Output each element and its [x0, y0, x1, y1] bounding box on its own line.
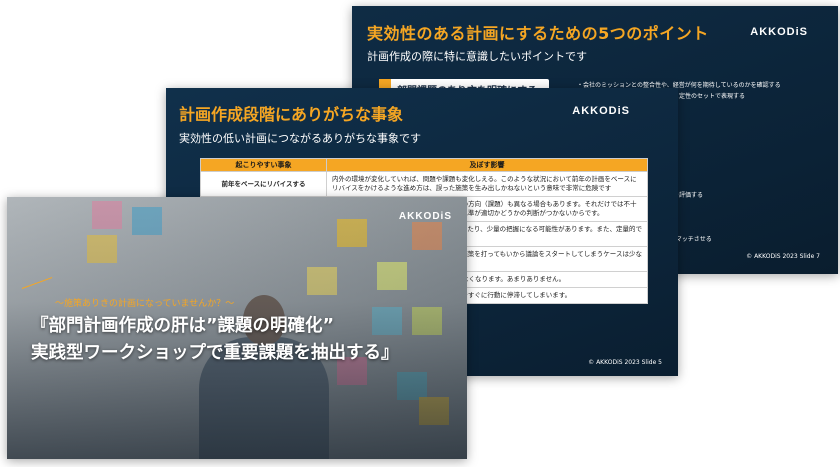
column-header: 及ぼす影響: [326, 158, 648, 172]
column-header: 起こりやすい事象: [200, 158, 327, 172]
tagline: ～施策ありきの計画になっていませんか？～: [55, 299, 235, 309]
akkodis-logo: AKKODiS: [572, 105, 630, 117]
slide-footer: © AKKODiS 2023 Slide 7: [746, 253, 820, 260]
akkodis-logo: AKKODiS: [398, 211, 452, 222]
table-row: 前年をベースにリバイスする 内外の環境が変化していれば、問題や課題も変化しえる。…: [200, 171, 648, 197]
slide-footer: © AKKODiS 2023 Slide 5: [588, 359, 662, 366]
headline-line-2: 実践型ワークショップで重要課題を抽出する』: [31, 343, 399, 363]
slide-title: 実効性のある計画にするための5つのポイント: [367, 24, 709, 43]
slide-subtitle: 計画作成の際に特に意識したいポイントです: [367, 50, 587, 63]
slide-title: 計画作成段階にありがちな事象: [179, 105, 404, 124]
slide-cover: AKKODiS ～施策ありきの計画になっていませんか？～ 『部門計画作成の肝は”…: [7, 197, 467, 459]
headline-line-1: 『部門計画作成の肝は”課題の明確化”: [31, 316, 335, 336]
slide-subtitle: 実効性の低い計画につながるありがちな事象です: [179, 132, 421, 145]
table-cell: 内外の環境が変化していれば、問題や課題も変化しえる。このような状況において前年の…: [326, 171, 648, 197]
table-cell: 前年をベースにリバイスする: [200, 171, 327, 197]
headline: 『部門計画作成の肝は”課題の明確化” 実践型ワークショップで重要課題を抽出する』: [31, 313, 399, 367]
akkodis-logo: AKKODiS: [750, 26, 808, 38]
